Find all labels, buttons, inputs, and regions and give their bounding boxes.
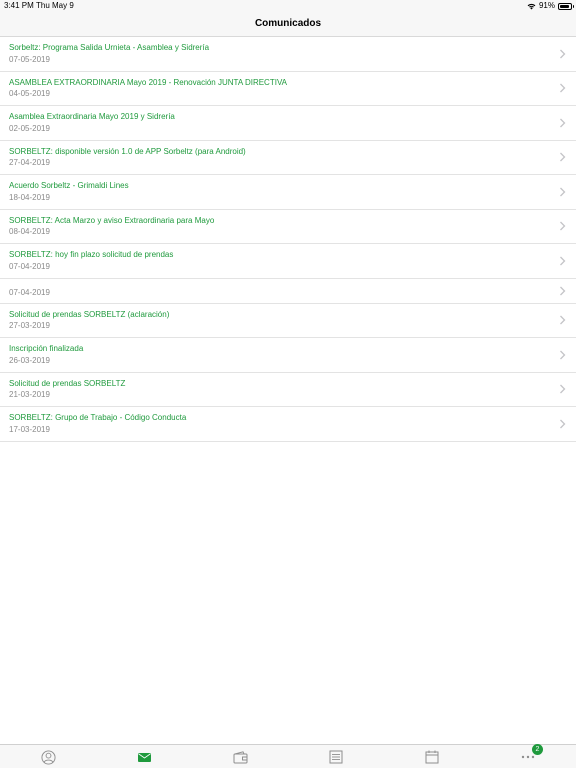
tab-profile[interactable] xyxy=(38,749,58,765)
list-item[interactable]: SORBELTZ: disponible versión 1.0 de APP … xyxy=(0,141,576,175)
tab-comunicados[interactable] xyxy=(134,749,154,765)
chevron-right-icon xyxy=(560,49,566,59)
calendar-icon xyxy=(425,750,439,764)
item-title: Solicitud de prendas SORBELTZ (aclaració… xyxy=(9,309,170,319)
item-date: 02-05-2019 xyxy=(9,123,50,133)
item-title: ASAMBLEA EXTRAORDINARIA Mayo 2019 - Reno… xyxy=(9,77,288,87)
chevron-right-icon xyxy=(560,118,566,128)
item-date: 07-04-2019 xyxy=(9,261,50,271)
chevron-right-icon xyxy=(560,187,566,197)
list-item[interactable]: Asamblea Extraordinaria Mayo 2019 y Sidr… xyxy=(0,106,576,141)
item-date: 07-04-2019 xyxy=(9,287,50,297)
chevron-right-icon xyxy=(560,221,566,231)
tab-bar: 2 xyxy=(0,744,576,768)
wallet-icon xyxy=(233,750,247,763)
item-date: 21-03-2019 xyxy=(9,390,50,399)
chevron-right-icon xyxy=(560,315,566,325)
item-title: Acuerdo Sorbeltz - Grimaldi Lines xyxy=(9,181,129,190)
navigation-bar: Comunicados xyxy=(0,12,576,37)
user-circle-icon xyxy=(40,749,56,765)
battery-icon xyxy=(558,2,574,10)
page-title: Comunicados xyxy=(254,18,322,29)
item-date: 17-03-2019 xyxy=(9,424,50,434)
item-title: Sorbeltz: Programa Salida Urnieta - Asam… xyxy=(9,43,210,52)
status-bar: 3:41 PM Thu May 9 91% xyxy=(0,0,576,12)
item-date: 07-05-2019 xyxy=(9,54,50,64)
item-date: 08-04-2019 xyxy=(9,227,50,236)
status-date: Thu May 9 xyxy=(36,1,74,10)
item-title: SORBELTZ: Acta Marzo y aviso Extraordina… xyxy=(9,215,215,225)
list-item[interactable]: SORBELTZ: hoy fin plazo solicitud de pre… xyxy=(0,244,576,279)
status-right: 91% xyxy=(527,0,574,12)
wifi-icon xyxy=(527,3,536,9)
tab-wallet[interactable] xyxy=(230,749,250,765)
item-title: SORBELTZ: Grupo de Trabajo - Código Cond… xyxy=(9,413,187,422)
list-item[interactable]: Solicitud de prendas SORBELTZ (aclaració… xyxy=(0,304,576,338)
tab-list[interactable] xyxy=(326,749,346,765)
list-item[interactable]: SORBELTZ: Grupo de Trabajo - Código Cond… xyxy=(0,407,576,442)
list-item[interactable]: SORBELTZ: Acta Marzo y aviso Extraordina… xyxy=(0,210,576,244)
status-time: 3:41 PM xyxy=(4,1,34,10)
item-date: 04-05-2019 xyxy=(9,89,50,98)
item-title: SORBELTZ: disponible versión 1.0 de APP … xyxy=(9,146,246,156)
list-item[interactable]: ASAMBLEA EXTRAORDINARIA Mayo 2019 - Reno… xyxy=(0,72,576,106)
chevron-right-icon xyxy=(560,419,566,429)
item-title: SORBELTZ: hoy fin plazo solicitud de pre… xyxy=(9,250,174,259)
chevron-right-icon xyxy=(560,83,566,93)
list-icon xyxy=(329,750,343,764)
chevron-right-icon xyxy=(560,286,566,295)
more-icon xyxy=(521,755,535,759)
item-title: Inscripción finalizada xyxy=(9,344,84,353)
comunicados-list: Sorbeltz: Programa Salida Urnieta - Asam… xyxy=(0,37,576,442)
envelope-icon xyxy=(137,752,151,762)
item-date: 26-03-2019 xyxy=(9,355,50,365)
list-item[interactable]: Sorbeltz: Programa Salida Urnieta - Asam… xyxy=(0,37,576,72)
item-date: 27-04-2019 xyxy=(9,158,50,167)
item-date: 18-04-2019 xyxy=(9,192,50,202)
item-title: Asamblea Extraordinaria Mayo 2019 y Sidr… xyxy=(9,112,175,121)
list-item[interactable]: Acuerdo Sorbeltz - Grimaldi Lines 18-04-… xyxy=(0,175,576,210)
tab-more[interactable]: 2 xyxy=(518,744,543,765)
chevron-right-icon xyxy=(560,256,566,266)
item-date: 27-03-2019 xyxy=(9,321,50,330)
chevron-right-icon xyxy=(560,350,566,360)
list-item[interactable]: Inscripción finalizada 26-03-2019 xyxy=(0,338,576,373)
notification-badge: 2 xyxy=(532,744,543,755)
list-item[interactable]: 07-04-2019 xyxy=(0,279,576,304)
chevron-right-icon xyxy=(560,152,566,162)
chevron-right-icon xyxy=(560,384,566,394)
battery-percent: 91% xyxy=(538,1,555,10)
list-item[interactable]: Solicitud de prendas SORBELTZ 21-03-2019 xyxy=(0,373,576,407)
item-title: Solicitud de prendas SORBELTZ xyxy=(9,378,126,388)
tab-calendar[interactable] xyxy=(422,749,442,765)
